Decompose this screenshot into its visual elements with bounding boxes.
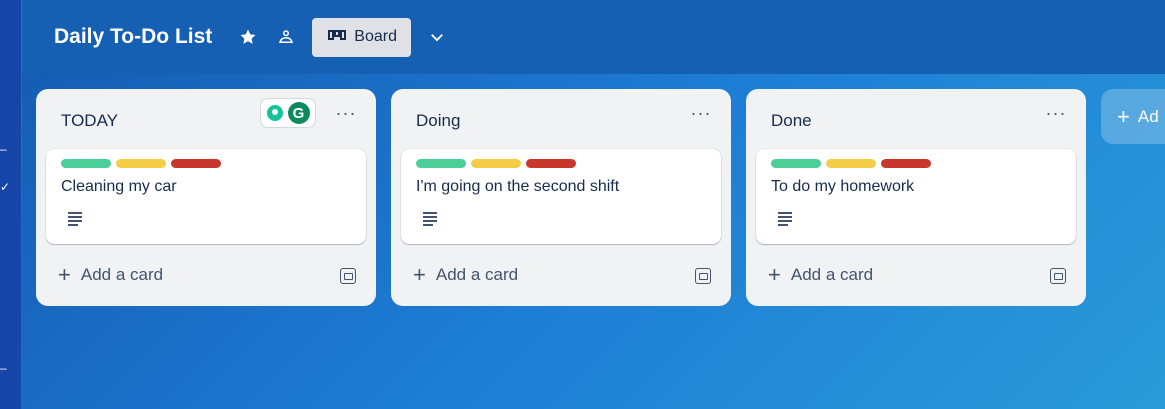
description-icon [68,212,82,228]
grammarly-bulb-icon[interactable] [266,105,283,121]
plus-icon: + [1117,103,1130,129]
list-title[interactable]: TODAY [61,111,118,131]
label-red[interactable] [171,159,221,168]
card-template-icon[interactable] [340,268,356,284]
chevron-down-icon[interactable] [421,21,453,53]
card[interactable]: Cleaning my car [46,149,366,244]
card-template-icon[interactable] [695,268,711,284]
label-green[interactable] [771,159,821,168]
label-yellow[interactable] [826,159,876,168]
grammarly-logo-icon[interactable]: G [287,102,310,124]
rail-check-icon: ✓ [0,180,11,194]
add-card-label: Add a card [435,265,519,284]
list-title[interactable]: Doing [416,111,460,131]
list-doing[interactable]: Doing ··· I'm going on the second shift … [391,89,731,306]
card-labels [61,159,221,168]
card-labels [416,159,576,168]
add-card-label: Add a card [80,265,164,284]
board-header: Daily To-Do List Board [22,0,1165,74]
list-more-icon[interactable]: ··· [1044,104,1068,127]
card-title: To do my homework [771,178,915,195]
list-done[interactable]: Done ··· To do my homework + Add a card [746,89,1086,306]
add-list-label: Ad [1137,106,1159,126]
rail-dash-icon: – [0,361,7,375]
board-title[interactable]: Daily To-Do List [54,25,212,49]
label-yellow[interactable] [116,159,166,168]
card[interactable]: I'm going on the second shift [401,149,721,244]
card[interactable]: To do my homework [756,149,1076,244]
plus-icon: + [768,262,781,287]
star-icon[interactable] [232,21,264,53]
plus-icon: + [413,262,426,287]
add-card-button[interactable]: + Add a card [768,262,874,287]
card-labels [771,159,931,168]
grammarly-widget[interactable]: G [260,98,316,128]
add-list-button[interactable]: + Ad [1101,89,1165,144]
board-view-icon [328,30,347,40]
list-more-icon[interactable]: ··· [334,104,358,127]
description-icon [423,212,437,228]
plus-icon: + [58,262,71,287]
label-red[interactable] [526,159,576,168]
list-today[interactable]: TODAY G ··· Cleaning my car + Add a card [36,89,376,306]
card-title: I'm going on the second shift [416,178,620,195]
add-card-button[interactable]: + Add a card [413,262,519,287]
board-view-button[interactable]: Board [312,17,411,57]
workspace-visibility-icon[interactable] [270,21,302,53]
label-red[interactable] [881,159,931,168]
card-template-icon[interactable] [1050,268,1066,284]
label-green[interactable] [61,159,111,168]
label-green[interactable] [416,159,466,168]
add-card-label: Add a card [790,265,874,284]
list-title[interactable]: Done [771,111,812,131]
rail-dash-icon: – [0,142,7,156]
label-yellow[interactable] [471,159,521,168]
left-sidebar-rail: – ✓ – [0,0,22,409]
description-icon [778,212,792,228]
list-more-icon[interactable]: ··· [689,104,713,127]
card-title: Cleaning my car [61,178,177,195]
add-card-button[interactable]: + Add a card [58,262,164,287]
board-view-label: Board [354,28,397,45]
